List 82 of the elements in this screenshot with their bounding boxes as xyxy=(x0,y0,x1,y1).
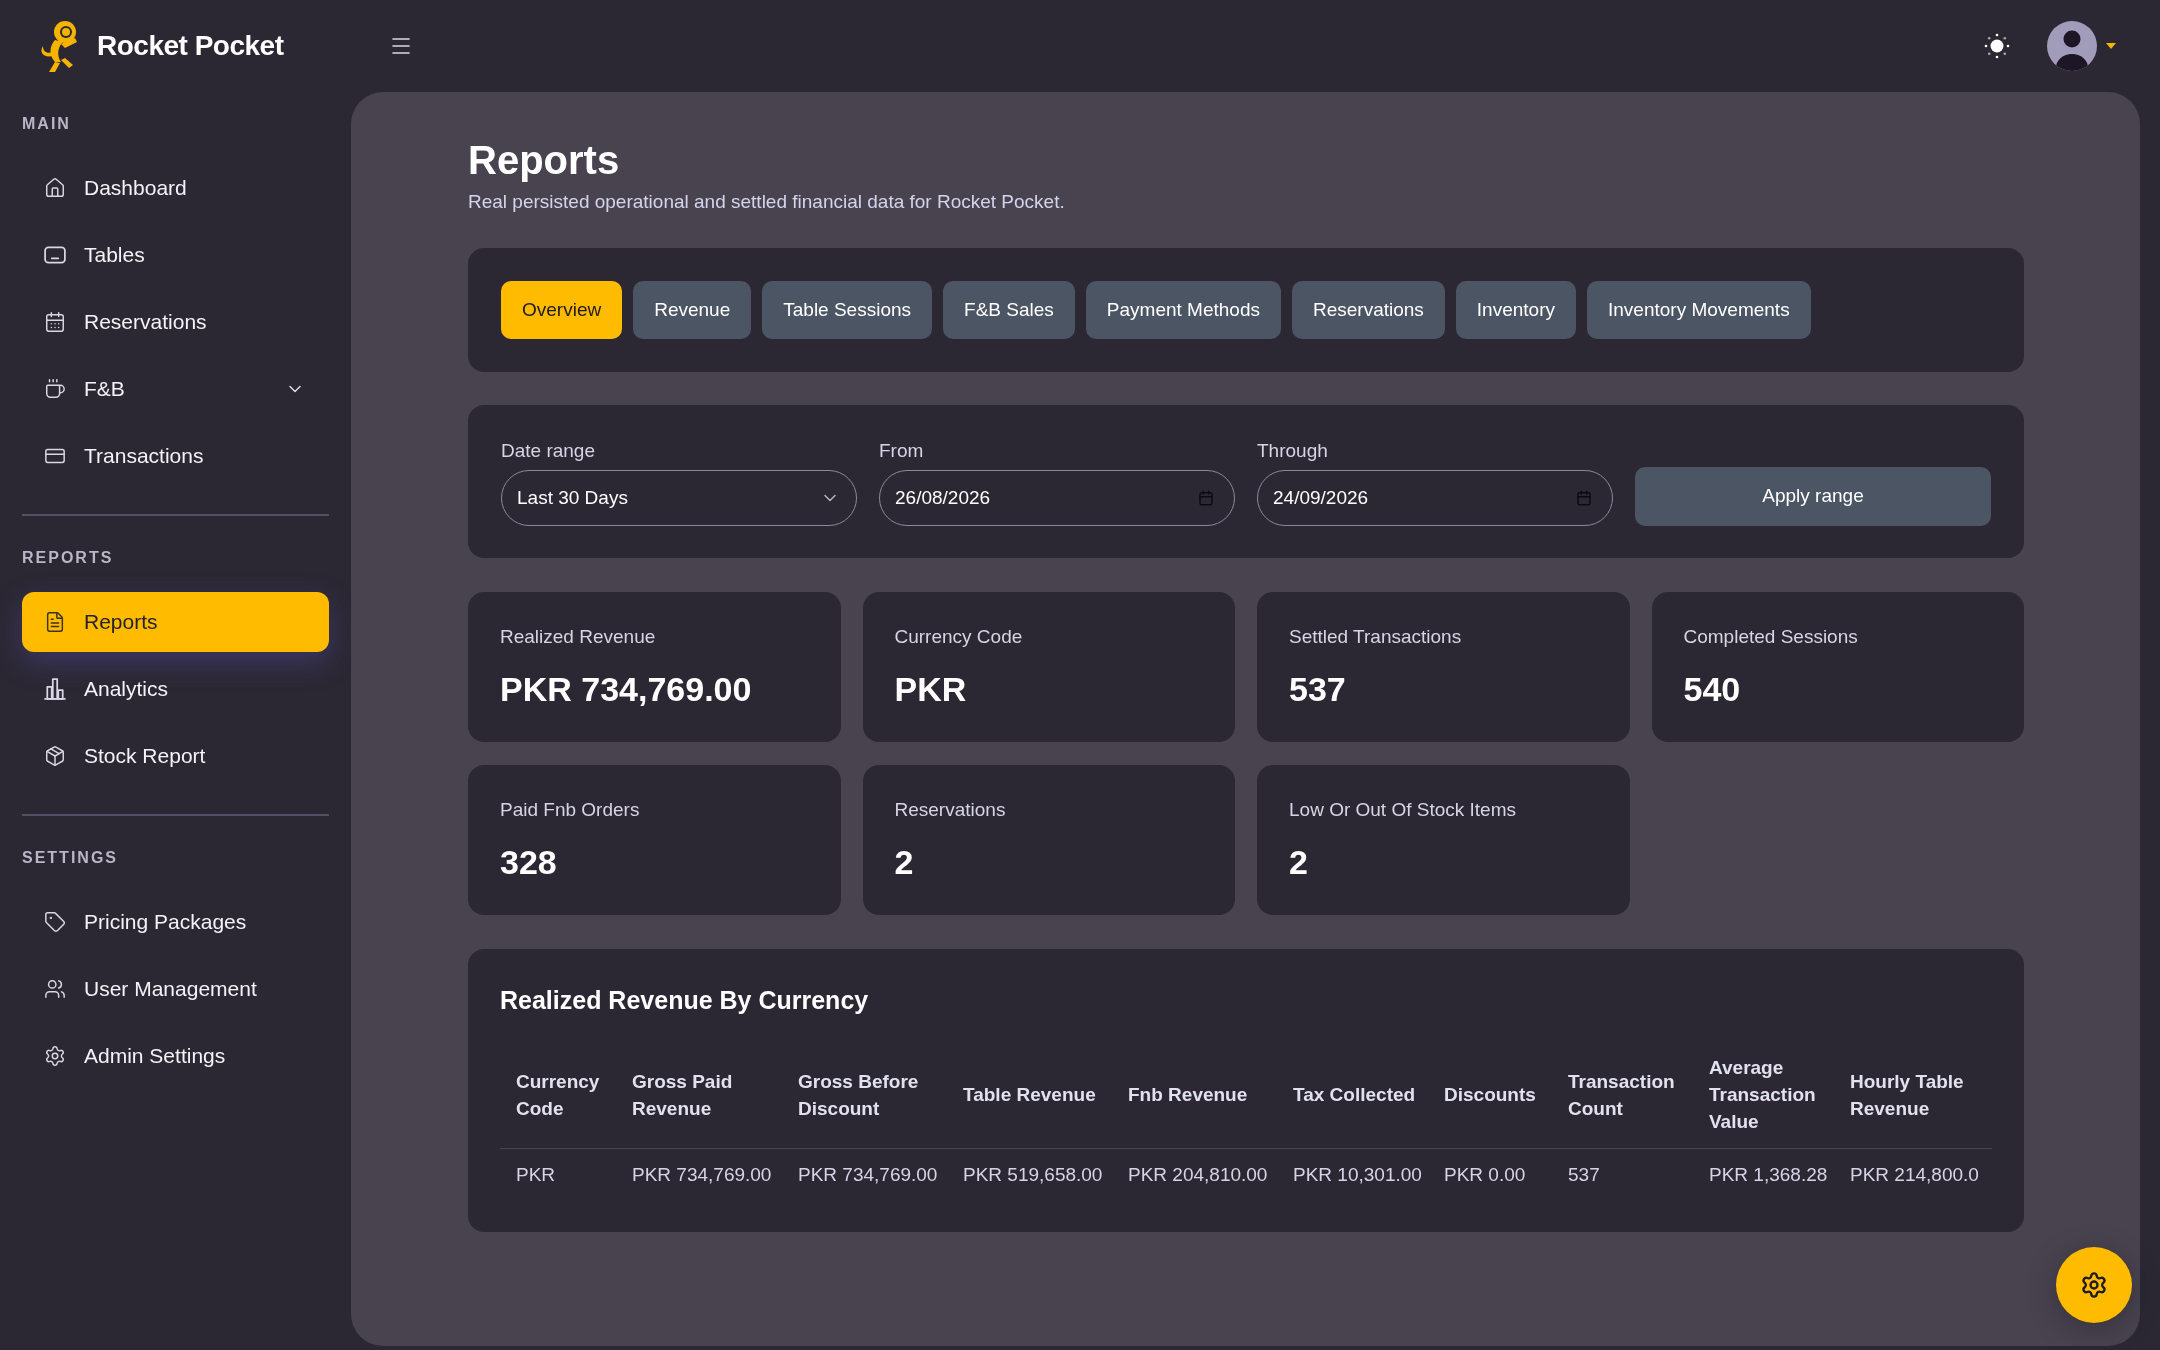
column-header: Fnb Revenue xyxy=(1127,1083,1249,1107)
theme-toggle-button[interactable] xyxy=(1984,33,2010,59)
table-title: Realized Revenue By Currency xyxy=(500,985,870,1016)
sidebar-item[interactable]: Admin Settings xyxy=(22,1026,329,1086)
tag-icon xyxy=(44,911,66,933)
settings-icon xyxy=(44,1045,66,1067)
sidebar-item[interactable]: Tables xyxy=(22,225,329,285)
table-cell-text: PKR 0.00 xyxy=(1443,1163,1527,1187)
brand-name: Rocket Pocket xyxy=(97,29,284,63)
table-cell-text: PKR xyxy=(515,1163,557,1187)
apply-range-button[interactable]: Apply range xyxy=(1635,467,1991,526)
table-cell-text: PKR 519,658.00 xyxy=(962,1163,1104,1187)
page-title: Reports xyxy=(468,137,621,184)
cup-icon xyxy=(44,378,66,400)
caret-icon xyxy=(2106,43,2116,49)
box-icon xyxy=(44,745,66,767)
sun-icon xyxy=(1984,33,2010,59)
stat-value: 2 xyxy=(1289,842,1309,882)
calendar-icon xyxy=(44,311,66,333)
stat-value: 540 xyxy=(1683,669,1742,709)
table-cell-text: PKR 734,769.00 xyxy=(797,1163,939,1187)
table-cell-text: PKR 204,810.00 xyxy=(1127,1163,1269,1187)
field-label: Through xyxy=(1257,439,1329,463)
sidebar-item[interactable]: Pricing Packages xyxy=(22,892,329,952)
screen-icon xyxy=(44,244,66,266)
section-heading: REPORTS xyxy=(22,548,115,568)
table-cell-text: PKR 10,301.00 xyxy=(1292,1163,1423,1187)
avatar-icon xyxy=(2047,21,2097,71)
column-header: Tax Collected xyxy=(1292,1083,1417,1107)
stat-value: PKR xyxy=(894,669,968,709)
document-icon xyxy=(44,611,66,633)
tab[interactable]: Payment Methods xyxy=(1085,281,1281,339)
tab[interactable]: Inventory Movements xyxy=(1587,281,1811,339)
stat-value: 2 xyxy=(894,842,915,882)
tab[interactable]: Reservations xyxy=(1291,281,1445,339)
tab[interactable]: Inventory xyxy=(1455,281,1576,339)
sidebar-item[interactable]: Reports xyxy=(22,592,329,652)
tab[interactable]: Overview xyxy=(501,281,623,339)
sidebar-item[interactable]: Reservations xyxy=(22,292,329,352)
table-cell-text: PKR 734,769.00 xyxy=(631,1163,773,1187)
calendar-icon xyxy=(1576,490,1592,506)
page-subtitle: Real persisted operational and settled financial data for Rocket Pocket. xyxy=(468,190,1066,214)
sidebar-item[interactable]: User Management xyxy=(22,959,329,1019)
column-header: Table Revenue xyxy=(962,1083,1097,1107)
table-cell-text: PKR 214,800.0 xyxy=(1849,1163,1980,1187)
tab[interactable]: F&B Sales xyxy=(943,281,1075,339)
column-header: Hourly Table Revenue xyxy=(1849,1069,1965,1121)
field-label: From xyxy=(879,439,925,463)
column-header: Currency Code xyxy=(515,1069,601,1121)
stat-label: Reservations xyxy=(894,798,1007,822)
sidebar-item[interactable]: Dashboard xyxy=(22,158,329,218)
calendar-icon xyxy=(1198,490,1214,506)
settings-icon xyxy=(2080,1271,2108,1299)
stat-value: 328 xyxy=(500,842,558,882)
sidebar-item[interactable]: Analytics xyxy=(22,659,329,719)
sidebar-item[interactable]: F&B xyxy=(22,359,329,419)
tab[interactable]: Table Sessions xyxy=(762,281,933,339)
stat-value: PKR 734,769.00 xyxy=(500,669,753,709)
stat-value: 537 xyxy=(1289,669,1347,709)
column-header: Discounts xyxy=(1443,1083,1537,1107)
column-header: Gross Before Discount xyxy=(797,1069,920,1121)
table-cell-text: PKR 1,368.28 xyxy=(1708,1163,1829,1187)
bar-chart-icon xyxy=(44,678,66,700)
stat-label: Currency Code xyxy=(894,625,1024,649)
sidebar-item[interactable]: Transactions xyxy=(22,426,329,486)
stat-label: Low Or Out Of Stock Items xyxy=(1289,798,1517,822)
table-cell-text: 537 xyxy=(1567,1163,1601,1187)
sidebar-item[interactable]: Stock Report xyxy=(22,726,329,786)
column-header: Average Transaction Value xyxy=(1708,1056,1817,1134)
tab[interactable]: Revenue xyxy=(633,281,752,339)
stat-label: Settled Transactions xyxy=(1289,625,1463,649)
stat-label: Paid Fnb Orders xyxy=(500,798,641,822)
stat-label: Completed Sessions xyxy=(1683,625,1859,649)
section-heading: MAIN xyxy=(22,114,72,134)
section-heading: SETTINGS xyxy=(22,848,119,868)
column-header: Transaction Count xyxy=(1567,1069,1676,1121)
field-label: Date range xyxy=(501,439,596,463)
column-header: Gross Paid Revenue xyxy=(631,1069,734,1121)
profile-button[interactable] xyxy=(2047,21,2116,71)
home-icon xyxy=(44,177,66,199)
stat-label: Realized Revenue xyxy=(500,625,657,649)
users-icon xyxy=(44,978,66,1000)
